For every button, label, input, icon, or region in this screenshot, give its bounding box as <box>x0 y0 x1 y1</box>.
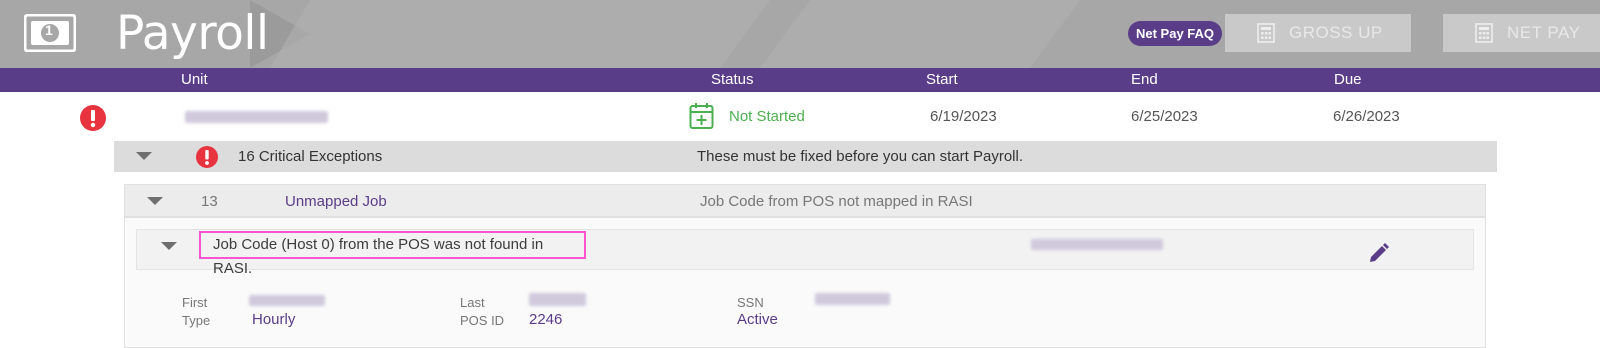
calculator-icon <box>1257 23 1275 43</box>
chevron-down-icon[interactable] <box>161 242 177 250</box>
edit-pencil-icon[interactable] <box>1368 242 1390 264</box>
column-status[interactable]: Status <box>711 68 754 92</box>
column-due[interactable]: Due <box>1334 68 1362 92</box>
net-pay-button[interactable]: NET PAY <box>1443 14 1600 52</box>
type-value: Hourly <box>252 311 296 328</box>
exceptions-summary: 16 Critical Exceptions <box>238 148 383 165</box>
job-name-redacted <box>1031 239 1163 250</box>
exception-type: Unmapped Job <box>285 193 387 210</box>
end-date: 6/25/2023 <box>1131 108 1198 125</box>
ssn-label: SSN <box>737 295 764 310</box>
calendar-add-icon <box>689 103 714 129</box>
calculator-icon <box>1475 23 1493 43</box>
pos-id-value: 2246 <box>529 311 563 328</box>
exceptions-message: These must be fixed before you can start… <box>697 148 1023 165</box>
exception-message-highlight: Job Code (Host 0) from the POS was not f… <box>199 231 586 277</box>
column-unit[interactable]: Unit <box>181 68 208 92</box>
banner-decoration <box>250 0 1080 68</box>
net-pay-label: NET PAY <box>1507 23 1581 42</box>
column-end[interactable]: End <box>1131 68 1158 92</box>
pos-id-label: POS ID <box>460 313 505 328</box>
column-header-bar: Unit Status Start End Due <box>0 68 1600 92</box>
chevron-down-icon[interactable] <box>136 152 152 160</box>
due-date: 6/26/2023 <box>1333 108 1400 125</box>
header-banner: 1 Payroll Net Pay FAQ GROSS UP NET PAY <box>0 0 1600 68</box>
money-icon-glyph: 1 <box>45 22 53 38</box>
last-label: Last <box>460 295 485 310</box>
net-pay-faq-button[interactable]: Net Pay FAQ <box>1128 21 1223 46</box>
exception-description: Job Code from POS not mapped in RASI <box>700 193 973 210</box>
start-date: 6/19/2023 <box>930 108 997 125</box>
alert-icon <box>196 146 218 168</box>
employee-status-value: Active <box>737 311 778 328</box>
alert-icon <box>80 105 106 131</box>
ssn-redacted <box>815 293 890 305</box>
status-text: Not Started <box>729 108 805 125</box>
page-title: Payroll <box>116 6 269 61</box>
unmapped-job-row[interactable]: 13 Unmapped Job Job Code from POS not ma… <box>124 184 1486 217</box>
unit-row[interactable]: Not Started 6/19/2023 6/25/2023 6/26/202… <box>0 92 1600 138</box>
exception-count: 13 <box>201 193 218 210</box>
column-start[interactable]: Start <box>926 68 958 92</box>
first-name-redacted <box>249 295 325 306</box>
gross-up-label: GROSS UP <box>1289 23 1383 42</box>
unit-name-redacted <box>185 111 328 123</box>
last-name-redacted <box>529 293 586 306</box>
chevron-down-icon[interactable] <box>147 197 163 205</box>
type-label: Type <box>182 313 211 328</box>
gross-up-button[interactable]: GROSS UP <box>1225 14 1411 52</box>
critical-exceptions-row[interactable]: 16 Critical Exceptions These must be fix… <box>114 141 1497 172</box>
first-label: First <box>182 295 208 310</box>
